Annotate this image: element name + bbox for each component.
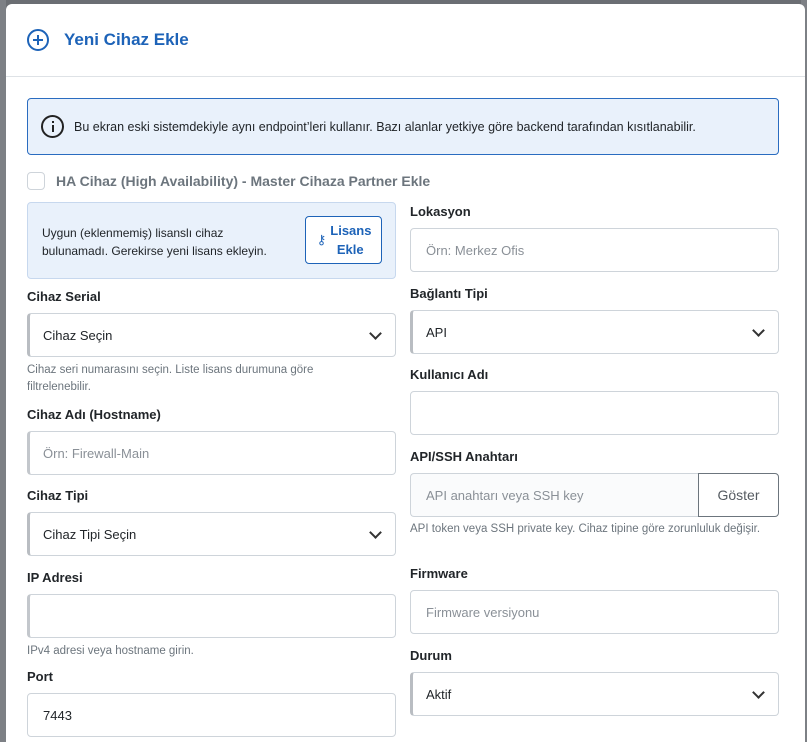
- connection-type-label: Bağlantı Tipi: [410, 286, 488, 301]
- modal-header: Yeni Cihaz Ekle: [6, 4, 805, 77]
- api-key-label: API/SSH Anahtarı: [410, 449, 518, 464]
- device-type-select-value: Cihaz Tipi Seçin: [43, 526, 137, 542]
- api-key-input[interactable]: API anahtarı veya SSH key: [410, 473, 698, 517]
- ha-checkbox-row[interactable]: HA Cihaz (High Availability) - Master Ci…: [27, 172, 430, 190]
- info-alert: Bu ekran eski sistemdekiyle aynı endpoin…: [27, 98, 779, 155]
- serial-select-value: Cihaz Seçin: [43, 327, 113, 343]
- username-input[interactable]: [410, 391, 779, 435]
- hostname-input[interactable]: Örn: Firewall-Main: [27, 431, 396, 475]
- ip-label: IP Adresi: [27, 570, 83, 585]
- ha-checkbox[interactable]: [27, 172, 45, 190]
- chevron-down-icon: [369, 526, 382, 539]
- ha-checkbox-label[interactable]: HA Cihaz (High Availability) - Master Ci…: [56, 173, 430, 189]
- location-placeholder: Örn: Merkez Ofis: [426, 242, 525, 258]
- port-input-value: 7443: [43, 707, 72, 723]
- chevron-down-icon: [752, 686, 765, 699]
- firmware-label: Firmware: [410, 566, 468, 581]
- username-label: Kullanıcı Adı: [410, 367, 489, 382]
- location-label: Lokasyon: [410, 204, 471, 219]
- ip-input[interactable]: [27, 594, 396, 638]
- add-license-button[interactable]: ⚷ Lisans Ekle: [305, 216, 382, 264]
- serial-help: Cihaz seri numarasını seçin. Liste lisan…: [27, 364, 314, 393]
- status-label: Durum: [410, 648, 452, 663]
- serial-label: Cihaz Serial: [27, 289, 101, 304]
- location-input[interactable]: Örn: Merkez Ofis: [410, 228, 779, 272]
- add-device-modal: Yeni Cihaz Ekle Bu ekran eski sistemdeki…: [6, 4, 805, 742]
- info-alert-text: Bu ekran eski sistemdekiyle aynı endpoin…: [74, 119, 696, 134]
- device-type-select[interactable]: Cihaz Tipi Seçin: [27, 512, 396, 556]
- ip-help: IPv4 adresi veya hostname girin.: [27, 645, 194, 657]
- status-select[interactable]: Aktif: [410, 672, 779, 716]
- port-input[interactable]: 7443: [27, 693, 396, 737]
- api-key-help: API token veya SSH private key. Cihaz ti…: [410, 523, 761, 535]
- add-license-button-label: Lisans Ekle: [330, 223, 372, 257]
- api-key-placeholder: API anahtarı veya SSH key: [426, 487, 584, 503]
- modal-title: Yeni Cihaz Ekle: [64, 30, 189, 49]
- key-icon: ⚷: [316, 232, 327, 247]
- license-notice-text: Uygun (eklenmemiş) lisanslı cihaz buluna…: [42, 226, 267, 258]
- status-select-value: Aktif: [426, 686, 452, 702]
- info-icon: [41, 115, 64, 138]
- connection-type-select[interactable]: API: [410, 310, 779, 354]
- firmware-placeholder: Firmware versiyonu: [426, 604, 540, 620]
- serial-select[interactable]: Cihaz Seçin: [27, 313, 396, 357]
- device-type-label: Cihaz Tipi: [27, 488, 89, 503]
- chevron-down-icon: [369, 327, 382, 340]
- api-key-group: API anahtarı veya SSH key Göster: [410, 473, 779, 517]
- chevron-down-icon: [752, 324, 765, 337]
- firmware-input[interactable]: Firmware versiyonu: [410, 590, 779, 634]
- port-label: Port: [27, 669, 53, 684]
- connection-type-value: API: [426, 324, 447, 340]
- show-key-button[interactable]: Göster: [698, 473, 779, 517]
- hostname-placeholder: Örn: Firewall-Main: [43, 445, 150, 461]
- plus-circle-icon: [27, 29, 49, 51]
- license-notice: Uygun (eklenmemiş) lisanslı cihaz buluna…: [27, 202, 396, 279]
- hostname-label: Cihaz Adı (Hostname): [27, 407, 161, 422]
